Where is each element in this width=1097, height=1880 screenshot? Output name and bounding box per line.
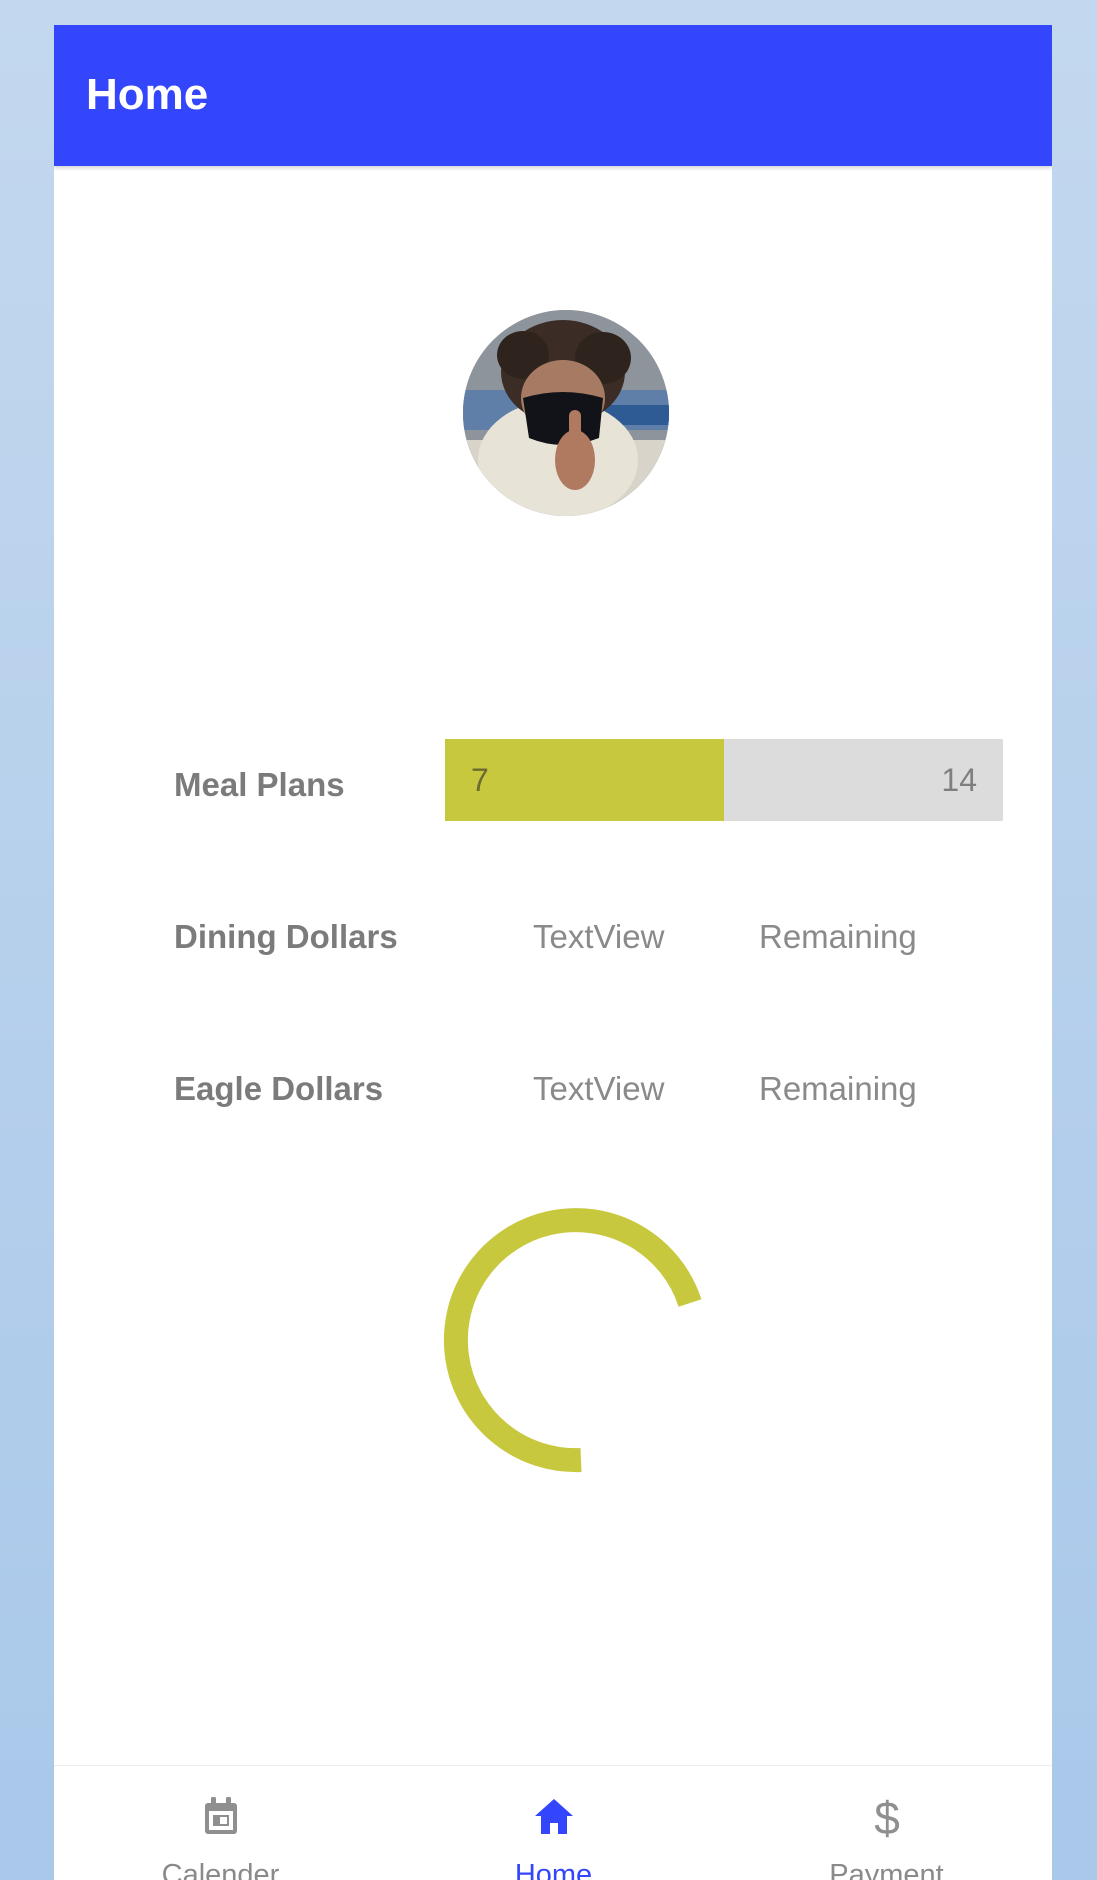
nav-label-calender: Calender [161,1859,280,1880]
eagle-dollars-label: Eagle Dollars [174,1070,384,1107]
dining-dollars-remaining: Remaining [759,918,917,955]
profile-avatar[interactable] [463,310,669,516]
nav-label-home: Home [514,1859,593,1880]
meal-plans-label: Meal Plans [174,766,345,803]
loading-spinner-icon [443,1208,702,1473]
bottom-navigation: Calender Home $ Payment [54,1765,1052,1880]
svg-text:$: $ [874,1794,900,1840]
page-title: Home [86,70,209,119]
eagle-dollars-value: TextView [533,1070,665,1107]
eagle-dollars-remaining: Remaining [759,1070,917,1107]
meal-plans-progress-bar: 7 14 [445,739,1003,821]
meal-plans-current: 7 [471,762,489,798]
dining-dollars-label: Dining Dollars [174,918,398,955]
home-icon [534,1799,573,1834]
nav-label-payment: Payment [829,1859,944,1880]
meal-plans-max: 14 [941,762,977,798]
phone-screen: Home Meal Plans 7 14 Dining Dollars Text… [54,25,1052,1880]
calendar-icon [204,1797,237,1834]
avatar-photo [463,310,669,516]
dollar-icon: $ [874,1794,900,1840]
app-bar: Home [54,25,1052,166]
nav-item-payment[interactable]: $ Payment [720,1766,1052,1880]
nav-item-home[interactable]: Home [387,1766,720,1880]
dining-dollars-value: TextView [533,918,665,955]
nav-item-calender[interactable]: Calender [54,1766,387,1880]
